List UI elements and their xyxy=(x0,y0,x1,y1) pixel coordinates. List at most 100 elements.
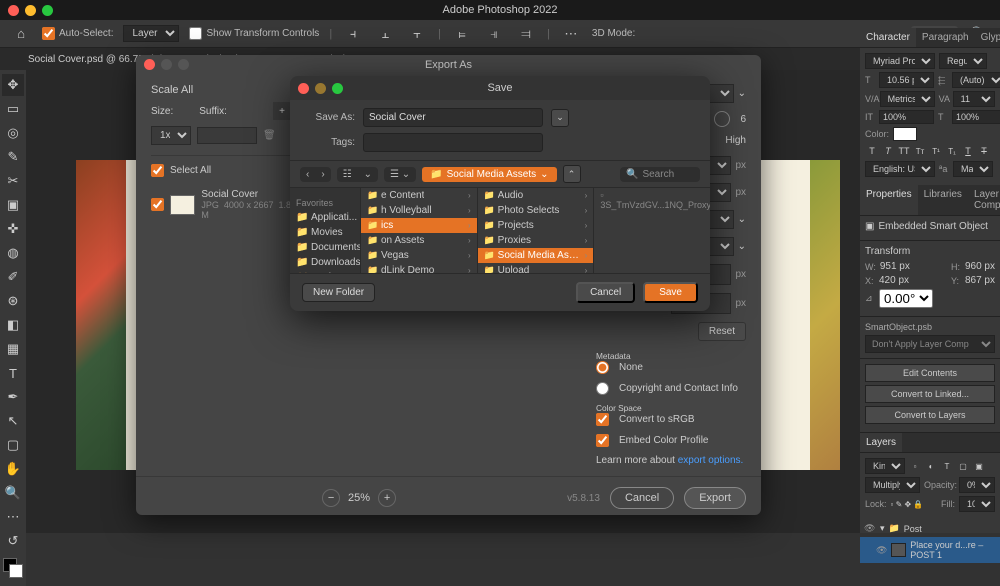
fg-bg-colors[interactable] xyxy=(3,558,23,578)
x-value[interactable]: 420 px xyxy=(879,275,909,286)
folder-item[interactable]: 📁e Content› xyxy=(361,188,477,203)
tracking-input[interactable]: 11 xyxy=(953,91,995,107)
tags-input[interactable] xyxy=(363,133,543,152)
crop-tool[interactable]: ✂ xyxy=(2,170,24,192)
zoom-in-button[interactable]: + xyxy=(378,489,396,507)
font-size-input[interactable]: 10.56 pt xyxy=(879,72,934,88)
sidebar-item[interactable]: 📁Applicati... xyxy=(290,210,360,225)
marquee-tool[interactable]: ▭ xyxy=(2,98,24,120)
smallcaps-button[interactable]: Tᴛ xyxy=(913,144,927,158)
filter-adjust-icon[interactable]: ◐ xyxy=(925,460,937,472)
path-history-button[interactable]: ⌃ xyxy=(563,165,581,183)
visibility-icon[interactable]: 👁 xyxy=(864,523,876,534)
underline-button[interactable]: T xyxy=(961,144,975,158)
clone-stamp-tool[interactable]: ⊛ xyxy=(2,290,24,312)
filter-pixel-icon[interactable]: ▫ xyxy=(909,460,921,472)
align-center-v-icon[interactable]: ⫣ xyxy=(483,23,505,45)
back-button[interactable]: ‹ xyxy=(300,167,315,182)
filter-type-icon[interactable]: T xyxy=(941,460,953,472)
frame-tool[interactable]: ▣ xyxy=(2,194,24,216)
opacity-input[interactable]: 0% xyxy=(959,477,995,493)
folder-item[interactable]: 📁h Volleyball› xyxy=(361,203,477,218)
healing-brush-tool[interactable]: ◍ xyxy=(2,242,24,264)
superscript-button[interactable]: T¹ xyxy=(929,144,943,158)
path-select-tool[interactable]: ↖ xyxy=(2,410,24,432)
folder-item[interactable]: 📁Social Media Assets› xyxy=(478,248,594,263)
add-size-button[interactable]: + xyxy=(273,102,291,120)
kerning-select[interactable]: Metrics xyxy=(880,91,935,107)
blend-mode-select[interactable]: Multiply xyxy=(865,477,920,493)
pen-tool[interactable]: ✒ xyxy=(2,386,24,408)
font-style-select[interactable]: Regular xyxy=(939,53,987,69)
vscale-input[interactable] xyxy=(879,110,934,124)
zoom-save-dialog-button[interactable] xyxy=(332,83,343,94)
location-breadcrumb[interactable]: 📁Social Media Assets⌄ xyxy=(422,167,556,182)
group-by-button[interactable]: ☰ ⌄ xyxy=(384,167,416,182)
hand-tool[interactable]: ✋ xyxy=(2,458,24,480)
align-left-icon[interactable]: ⫞ xyxy=(342,23,364,45)
layer-filter-kind[interactable]: Kind xyxy=(865,458,905,474)
layer-comp-select[interactable]: Don't Apply Layer Comp xyxy=(865,335,995,353)
scale-size-select[interactable]: 1x xyxy=(151,126,191,145)
italic-button[interactable]: T xyxy=(881,144,895,158)
font-family-select[interactable]: Myriad Pro xyxy=(865,53,935,69)
forward-button[interactable]: › xyxy=(315,167,330,182)
allcaps-button[interactable]: TT xyxy=(897,144,911,158)
sidebar-item[interactable]: 📁Downloads xyxy=(290,255,360,270)
suffix-input[interactable] xyxy=(197,127,257,144)
close-dialog-button[interactable] xyxy=(144,59,155,70)
folder-item[interactable]: 📁Proxies› xyxy=(478,233,594,248)
type-tool[interactable]: T xyxy=(2,362,24,384)
filter-smart-icon[interactable]: ▣ xyxy=(973,460,985,472)
edit-contents-button[interactable]: Edit Contents xyxy=(865,364,995,382)
convert-srgb-checkbox[interactable] xyxy=(596,413,609,426)
export-button[interactable]: Export xyxy=(684,487,746,509)
select-all-checkbox[interactable] xyxy=(151,164,164,177)
search-field[interactable]: 🔍Search xyxy=(620,167,700,182)
bold-button[interactable]: T xyxy=(865,144,879,158)
width-value[interactable]: 951 px xyxy=(880,261,910,272)
move-tool[interactable]: ✥ xyxy=(2,74,24,96)
export-options-link[interactable]: export options. xyxy=(678,455,744,466)
layer-row[interactable]: 👁Place your d...re – POST 1 xyxy=(860,537,1000,563)
zoom-out-button[interactable]: − xyxy=(322,489,340,507)
fill-input[interactable]: 100% xyxy=(959,496,995,512)
sidebar-item[interactable]: 📁Desktop xyxy=(290,270,360,273)
tab-paragraph[interactable]: Paragraph xyxy=(916,28,975,47)
align-bottom-icon[interactable]: ⫤ xyxy=(515,23,537,45)
new-folder-button[interactable]: New Folder xyxy=(302,283,375,302)
eraser-tool[interactable]: ◧ xyxy=(2,314,24,336)
more-options-icon[interactable]: ⋯ xyxy=(560,23,582,45)
subscript-button[interactable]: T₁ xyxy=(945,144,959,158)
align-top-icon[interactable]: ⫢ xyxy=(451,23,473,45)
tab-properties[interactable]: Properties xyxy=(860,185,918,215)
y-value[interactable]: 867 px xyxy=(965,275,995,286)
folder-item[interactable]: 📁on Assets› xyxy=(361,233,477,248)
auto-select-checkbox[interactable] xyxy=(42,27,55,40)
group-collapse-icon[interactable]: ▾ xyxy=(880,523,885,534)
cancel-button[interactable]: Cancel xyxy=(610,487,674,509)
save-cancel-button[interactable]: Cancel xyxy=(576,282,635,303)
lock-icons[interactable]: ▫ ✎ ✥ 🔒 xyxy=(891,500,924,509)
minimize-window-button[interactable] xyxy=(25,5,36,16)
edit-toolbar-icon[interactable]: ↺ xyxy=(2,530,24,552)
zoom-window-button[interactable] xyxy=(42,5,53,16)
folder-item[interactable]: 📁Upload› xyxy=(478,263,594,273)
gradient-tool[interactable]: ▦ xyxy=(2,338,24,360)
language-select[interactable]: English: USA xyxy=(865,161,935,177)
zoom-tool[interactable]: 🔍 xyxy=(2,482,24,504)
sidebar-item[interactable]: 📁Documents xyxy=(290,240,360,255)
lasso-tool[interactable]: ◎ xyxy=(2,122,24,144)
convert-layers-button[interactable]: Convert to Layers xyxy=(865,406,995,424)
height-value[interactable]: 960 px xyxy=(965,261,995,272)
folder-item[interactable]: 📁ics› xyxy=(361,218,477,233)
metadata-copyright-radio[interactable] xyxy=(596,382,609,395)
asset-checkbox[interactable] xyxy=(151,198,164,211)
align-center-h-icon[interactable]: ⫠ xyxy=(374,23,396,45)
metadata-none-radio[interactable] xyxy=(596,361,609,374)
more-tools-icon[interactable]: ⋯ xyxy=(2,506,24,528)
filter-shape-icon[interactable]: ▢ xyxy=(957,460,969,472)
strikethrough-button[interactable]: T xyxy=(977,144,991,158)
embed-profile-checkbox[interactable] xyxy=(596,434,609,447)
text-color-swatch[interactable] xyxy=(893,127,917,141)
